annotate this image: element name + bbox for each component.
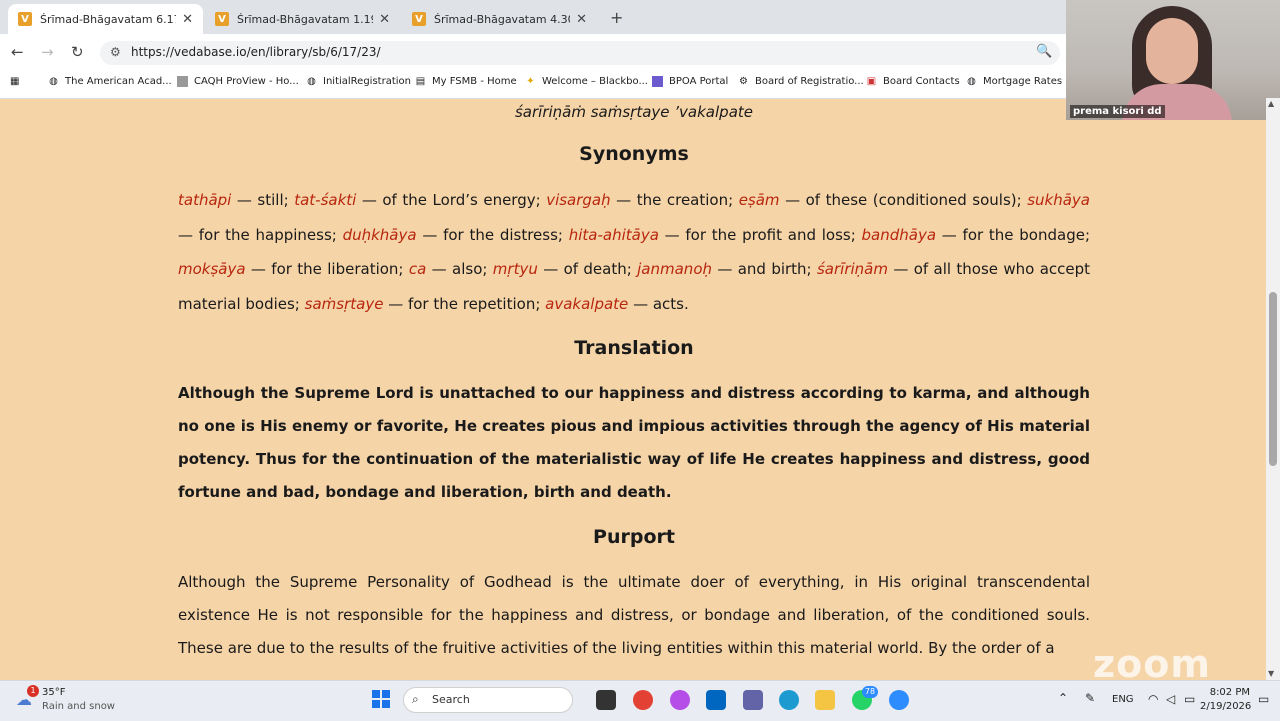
store-icon[interactable] [706, 690, 726, 710]
weather-desc[interactable]: Rain and snow [42, 701, 115, 712]
clock-date[interactable]: 2/19/2026 [1200, 701, 1251, 712]
globe-icon: ◍ [49, 76, 58, 87]
apps-grid-icon[interactable]: ▦ [10, 76, 19, 87]
bookmark-initial-registration[interactable]: ◍ InitialRegistration [306, 76, 411, 87]
notifications-icon[interactable]: ▭ [1258, 692, 1269, 706]
whatsapp-badge: 78 [862, 686, 878, 698]
close-tab-icon[interactable]: ✕ [182, 12, 193, 27]
contacts-icon: ▣ [866, 76, 877, 87]
translation-text: Although the Supreme Lord is unattached … [178, 384, 1090, 501]
bookmark-board-contacts[interactable]: ▣ Board Contacts [866, 76, 960, 87]
new-tab-icon[interactable]: + [610, 8, 623, 27]
tab-title: Śrīmad-Bhāgavatam 6.17.23 [40, 12, 176, 26]
synonyms-heading: Synonyms [579, 143, 689, 165]
verse-line: śarīriṇāṁ saṁsṛtaye ’vakalpate [514, 103, 753, 121]
battery-icon[interactable]: ▭ [1184, 692, 1195, 706]
synonym-word[interactable]: tat-śakti [294, 191, 356, 209]
tray-chevron-icon[interactable]: ⌃ [1058, 691, 1068, 705]
volume-icon[interactable]: ◁ [1166, 692, 1175, 706]
search-icon: ⌕ [412, 692, 419, 706]
synonym-word[interactable]: visargaḥ [546, 191, 610, 209]
bookmark-board-of-registration[interactable]: ⚙ Board of Registratio... [738, 76, 864, 87]
tab-title: Śrīmad-Bhāgavatam 1.19.16 [237, 12, 373, 26]
taskbar-search[interactable] [403, 687, 573, 713]
synonym-word[interactable]: saṁsṛtaye [305, 295, 384, 313]
close-tab-icon[interactable]: ✕ [379, 12, 390, 27]
bookmark-my-fsmb[interactable]: ▤ My FSMB - Home [415, 76, 517, 87]
synonym-word[interactable]: sukhāya [1027, 191, 1090, 209]
url-text[interactable]: https://vedabase.io/en/library/sb/6/17/2… [131, 45, 381, 59]
scroll-down-icon[interactable]: ▼ [1268, 669, 1274, 678]
bpoa-icon [652, 76, 663, 87]
bookmark-mortgage-rates[interactable]: ◍ Mortgage Rates | M [966, 76, 1080, 87]
bookmark-blackboard[interactable]: ✦ Welcome – Blackbo... [525, 76, 648, 87]
weather-alert-badge: 1 [27, 685, 39, 697]
vedabase-favicon: V [18, 12, 32, 26]
globe-icon: ◍ [307, 76, 316, 87]
language-indicator[interactable]: ENG [1112, 694, 1134, 705]
taskbar-search-label: Search [432, 693, 470, 706]
purport-text: Although the Supreme Personality of Godh… [178, 573, 1090, 657]
bookmark-american-acad[interactable]: ◍ The American Acad... [48, 76, 172, 87]
clock-time[interactable]: 8:02 PM [1200, 687, 1250, 698]
teams-icon[interactable] [743, 690, 763, 710]
synonym-word[interactable]: śarīriṇām [817, 260, 888, 278]
synonym-word[interactable]: eṣām [739, 191, 780, 209]
scroll-up-icon[interactable]: ▲ [1268, 99, 1274, 108]
tab-sb-1-19-16[interactable]: V Śrīmad-Bhāgavatam 1.19.16 ✕ [205, 4, 400, 34]
synonym-word[interactable]: avakalpate [545, 295, 628, 313]
reload-icon[interactable]: ↻ [71, 43, 84, 61]
vedabase-favicon: V [412, 12, 426, 26]
zoom-app-icon[interactable] [889, 690, 909, 710]
vedabase-favicon: V [215, 12, 229, 26]
tab-sb-6-17-23[interactable]: V Śrīmad-Bhāgavatam 6.17.23 ✕ [8, 4, 203, 34]
weather-temp[interactable]: 35°F [42, 687, 65, 698]
verse-content: śarīriṇāṁ saṁsṛtaye ’vakalpate Synonyms … [178, 100, 1090, 665]
synonym-word[interactable]: mokṣāya [178, 260, 246, 278]
participant-face [1146, 18, 1198, 84]
task-view-icon[interactable] [596, 690, 616, 710]
synonym-word[interactable]: bandhāya [862, 226, 937, 244]
windows-start-icon[interactable] [372, 690, 390, 708]
synonym-word[interactable]: hita-ahitāya [569, 226, 659, 244]
synonym-word[interactable]: tathāpi [178, 191, 231, 209]
forward-icon[interactable]: → [41, 43, 54, 61]
synonym-word[interactable]: mṛtyu [493, 260, 538, 278]
synonyms-text: tathāpi — still; tat-śakti — of the Lord… [178, 191, 1091, 313]
back-icon[interactable]: ← [11, 43, 24, 61]
tab-title: Śrīmad-Bhāgavatam 4.30.33 [434, 12, 570, 26]
translation-heading: Translation [574, 337, 694, 359]
wifi-icon[interactable]: ◠ [1148, 692, 1158, 706]
zoom-icon[interactable]: 🔍 [1036, 44, 1052, 59]
bookmark-bpoa-portal[interactable]: BPOA Portal [652, 76, 728, 87]
synonym-word[interactable]: janmanoḥ [637, 260, 712, 278]
doc-icon: ▤ [415, 76, 426, 87]
synonym-word[interactable]: duḥkhāya [343, 226, 417, 244]
copilot-icon[interactable] [670, 690, 690, 710]
purport-heading: Purport [593, 526, 675, 548]
edge-icon[interactable] [779, 690, 799, 710]
globe-icon: ◍ [967, 76, 976, 87]
page-icon [177, 76, 188, 87]
file-explorer-icon[interactable] [815, 690, 835, 710]
video-thumbnail[interactable]: prema kisori dd [1066, 0, 1280, 120]
synonym-word[interactable]: ca [409, 260, 426, 278]
chrome-icon[interactable] [633, 690, 653, 710]
close-tab-icon[interactable]: ✕ [576, 12, 587, 27]
pen-icon[interactable]: ✎ [1085, 691, 1095, 705]
scrollbar-thumb[interactable] [1269, 292, 1277, 466]
star-icon: ✦ [526, 76, 535, 87]
site-info-icon[interactable]: ⚙ [110, 45, 121, 59]
gear-icon: ⚙ [739, 76, 748, 87]
bookmark-caqh-proview[interactable]: CAQH ProView - Ho... [177, 76, 299, 87]
tab-sb-4-30-33[interactable]: V Śrīmad-Bhāgavatam 4.30.33 ✕ [402, 4, 597, 34]
